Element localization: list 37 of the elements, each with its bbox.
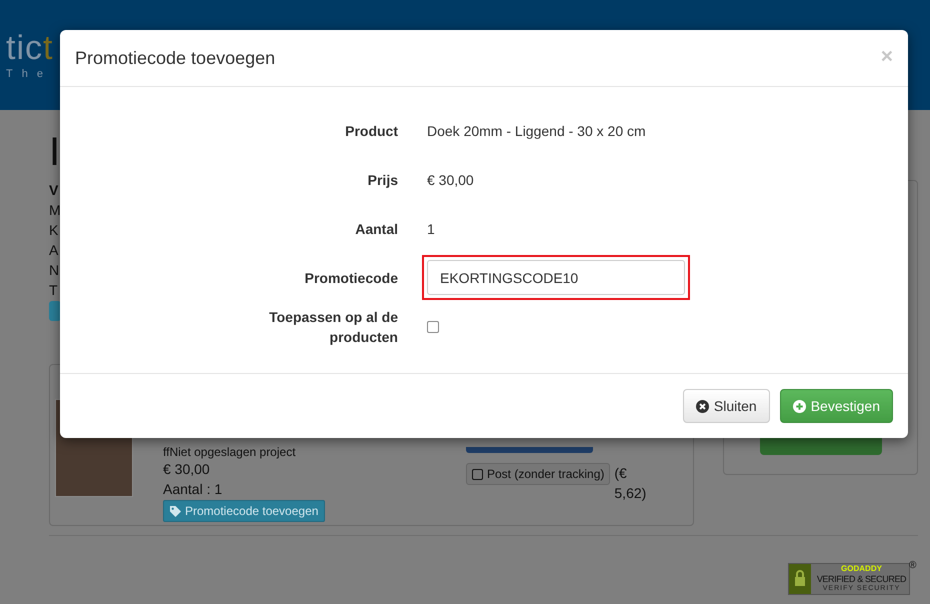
field-label: Toepassen op al de producten: [268, 308, 398, 346]
close-dialog-button[interactable]: Sluiten: [682, 389, 770, 423]
detail-text: A: [49, 241, 58, 260]
padlock-icon: [789, 564, 811, 594]
dialog-title: Promotiecode toevoegen: [75, 48, 276, 68]
field-value: € 30,00: [427, 172, 475, 188]
item-price: € 30,00: [163, 460, 211, 479]
field-label: Prijs: [368, 170, 398, 190]
shipping-option[interactable]: Post (zonder tracking): [466, 463, 610, 485]
close-circle-icon: [696, 400, 709, 412]
detail-text: M: [49, 201, 61, 220]
shipping-cost: (€ 5,62): [614, 464, 648, 503]
plus-circle-icon: [792, 400, 806, 412]
detail-text: T: [49, 281, 58, 300]
field-value: 1: [427, 220, 436, 236]
partial-button[interactable]: [49, 301, 61, 321]
detail-text: V: [49, 181, 58, 200]
seal-brand: GODADDY: [841, 564, 882, 574]
field-label: Aantal: [355, 220, 398, 238]
promo-code-input[interactable]: EKORTINGSCODE10: [427, 260, 685, 295]
checkbox[interactable]: [427, 320, 439, 332]
field-label: Promotiecode: [304, 268, 398, 288]
promo-code-button[interactable]: Promotiecode toevoegen: [163, 500, 326, 522]
item-quantity: Aantal : 1: [163, 480, 224, 499]
detail-text: N: [49, 261, 60, 280]
logo-tagline: The: [6, 68, 53, 80]
project-name: ffNiet opgeslagen project: [163, 445, 297, 459]
field-value: Doek 20mm - Liggend - 30 x 20 cm: [427, 122, 647, 138]
registered-mark: ®: [909, 560, 916, 571]
logo-text: tic: [6, 30, 43, 66]
logo-text: t: [43, 30, 54, 66]
field-label: Product: [345, 122, 398, 140]
confirm-button[interactable]: Bevestigen: [780, 389, 893, 423]
detail-text: K: [49, 221, 58, 240]
seal-title: VERIFIED & SECURED: [816, 574, 906, 584]
page-heading: I: [49, 130, 60, 174]
tag-icon: [170, 506, 181, 516]
